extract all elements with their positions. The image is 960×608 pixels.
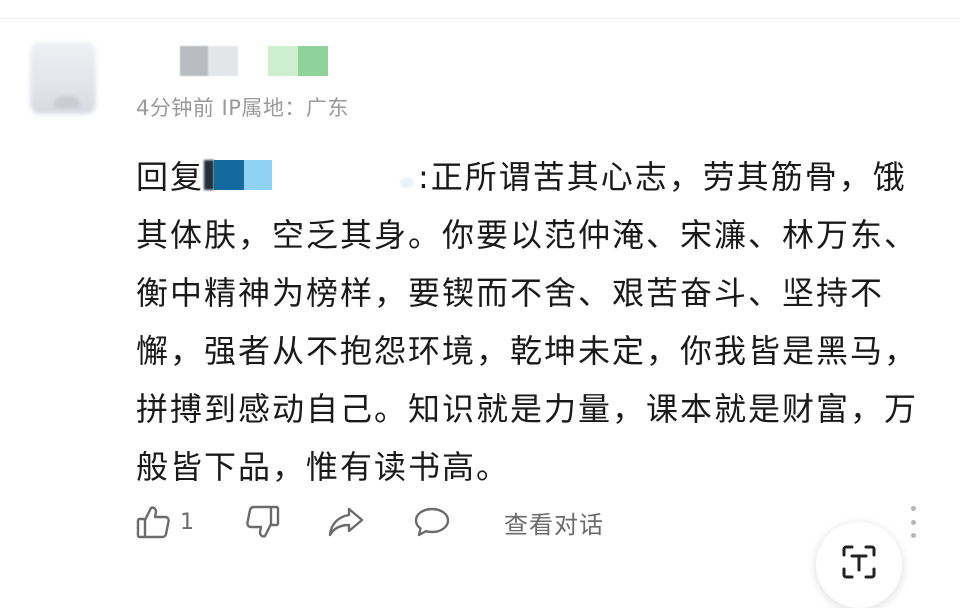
more-vertical-icon bbox=[910, 506, 916, 511]
view-conversation-link[interactable]: 查看对话 bbox=[504, 505, 604, 540]
thumbs-down-icon bbox=[246, 505, 280, 538]
user-badge-redacted bbox=[268, 46, 328, 76]
comment-body: :正所谓苦其心志，劳其筋骨，饿其体肤，空乏其身。你要以范仲淹、宋濂、林万东、衡中… bbox=[136, 158, 919, 486]
like-button[interactable]: 1 bbox=[136, 504, 194, 540]
comment-text: 回复:正所谓苦其心志，劳其筋骨，饿其体肤，空乏其身。你要以范仲淹、宋濂、林万东、… bbox=[136, 148, 926, 496]
username-redacted[interactable] bbox=[180, 46, 238, 76]
comment-meta: 4分钟前 IP属地：广东 bbox=[136, 96, 349, 120]
scan-text-button[interactable] bbox=[816, 522, 902, 608]
comment-icon bbox=[414, 507, 450, 537]
comment-action-bar: 1 查看对话 bbox=[136, 500, 604, 544]
thumbs-up-icon bbox=[136, 506, 170, 539]
share-button[interactable] bbox=[328, 506, 364, 538]
top-divider bbox=[0, 18, 960, 19]
share-icon bbox=[328, 507, 364, 537]
mention-redacted[interactable] bbox=[204, 158, 418, 194]
dislike-button[interactable] bbox=[246, 504, 280, 540]
like-count: 1 bbox=[180, 509, 194, 535]
scan-text-icon bbox=[842, 545, 876, 579]
avatar-mark bbox=[54, 96, 80, 108]
reply-button[interactable] bbox=[414, 506, 450, 538]
reply-prefix: 回复 bbox=[136, 158, 205, 196]
more-options-button[interactable] bbox=[906, 506, 920, 538]
